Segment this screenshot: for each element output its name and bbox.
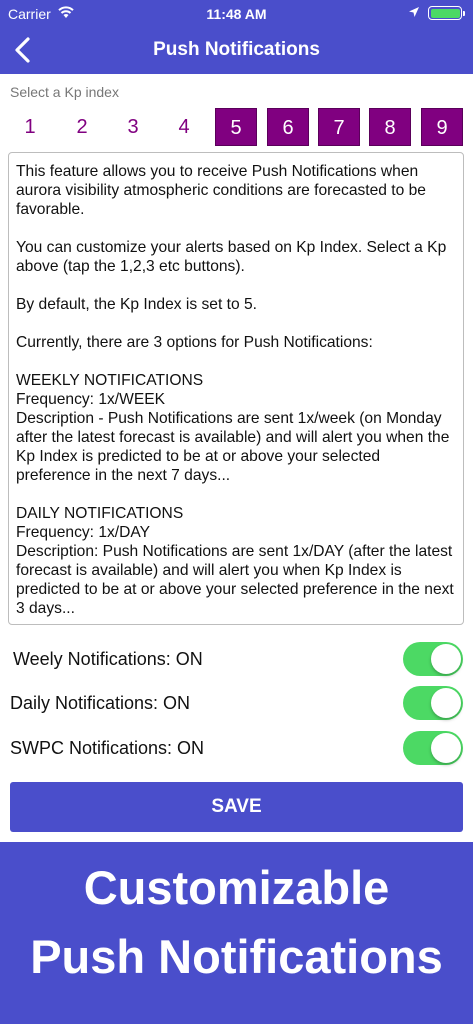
intro-paragraph: This feature allows you to receive Push …: [16, 163, 426, 218]
weekly-notifications-toggle[interactable]: [403, 642, 463, 676]
swpc-notifications-toggle[interactable]: [403, 731, 463, 765]
kp-button-4[interactable]: 4: [163, 108, 205, 146]
swpc-notifications-row: SWPC Notifications: ON: [10, 731, 463, 767]
daily-notifications-toggle[interactable]: [403, 686, 463, 720]
swpc-notifications-label: SWPC Notifications: ON: [10, 738, 205, 758]
default-paragraph: By default, the Kp Index is set to 5.: [16, 296, 257, 313]
nav-bar: Push Notifications: [0, 28, 473, 74]
customize-paragraph: You can customize your alerts based on K…: [16, 239, 447, 275]
location-arrow-icon: [409, 7, 419, 17]
kp-button-2[interactable]: 2: [61, 108, 103, 146]
kp-label: Select a Kp index: [10, 84, 119, 100]
kp-selector: 1 2 3 4 5 6 7 8 9: [5, 108, 468, 146]
weekly-frequency: Frequency: 1x/WEEK: [16, 391, 166, 408]
description-text-area[interactable]: This feature allows you to receive Push …: [8, 152, 464, 625]
kp-button-7[interactable]: 7: [318, 108, 360, 146]
promo-line-2: Push Notifications: [30, 930, 443, 983]
daily-heading: DAILY NOTIFICATIONS: [16, 505, 184, 522]
weekly-heading: WEEKLY NOTIFICATIONS: [16, 372, 204, 389]
options-paragraph: Currently, there are 3 options for Push …: [16, 334, 373, 351]
kp-button-1[interactable]: 1: [9, 108, 51, 146]
weekly-notifications-label: Weely Notifications: ON: [13, 649, 203, 669]
promo-line-1: Customizable: [83, 861, 390, 914]
weekly-description: Description - Push Notifications are sen…: [16, 410, 450, 484]
status-time: 11:48 AM: [206, 6, 267, 22]
daily-frequency: Frequency: 1x/DAY: [16, 524, 151, 541]
daily-description: Description: Push Notifications are sent…: [16, 543, 454, 617]
kp-button-3[interactable]: 3: [112, 108, 154, 146]
battery-icon: [428, 6, 465, 20]
status-bar: Carrier 11:48 AM: [0, 0, 473, 28]
page-title: Push Notifications: [153, 39, 320, 60]
weekly-notifications-row: Weely Notifications: ON: [10, 642, 463, 678]
header: Carrier 11:48 AM Push Notifications: [0, 0, 473, 74]
daily-notifications-label: Daily Notifications: ON: [10, 693, 191, 713]
daily-notifications-row: Daily Notifications: ON: [10, 686, 463, 722]
kp-button-6[interactable]: 6: [267, 108, 309, 146]
save-button[interactable]: SAVE: [10, 782, 463, 832]
kp-button-5[interactable]: 5: [215, 108, 257, 146]
kp-button-9[interactable]: 9: [421, 108, 463, 146]
promo-banner: Customizable Push Notifications: [0, 842, 473, 1024]
kp-button-8[interactable]: 8: [369, 108, 411, 146]
